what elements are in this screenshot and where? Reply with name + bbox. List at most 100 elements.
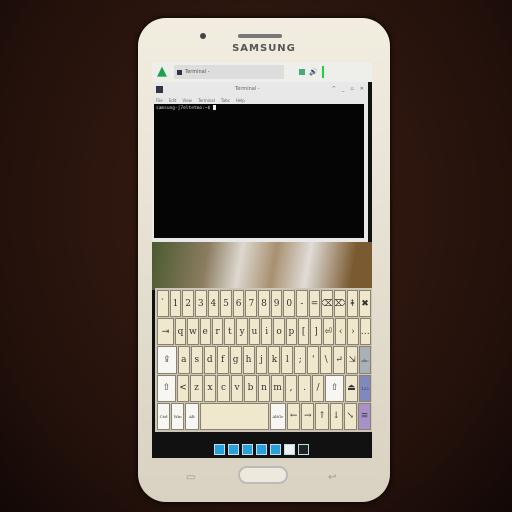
key[interactable]: ] <box>310 318 322 346</box>
key[interactable]: 0 <box>283 290 296 318</box>
key[interactable]: o <box>273 318 285 346</box>
key[interactable]: ⇲ <box>346 346 359 374</box>
key[interactable]: → <box>301 402 315 431</box>
key[interactable]: < <box>176 374 190 402</box>
key[interactable]: w <box>187 318 199 346</box>
key[interactable]: ≡ <box>357 402 372 431</box>
key[interactable]: ⌦ <box>333 290 346 318</box>
network-icon[interactable] <box>299 69 306 75</box>
key[interactable]: … <box>359 318 371 346</box>
app-icon[interactable] <box>256 444 267 455</box>
key[interactable]: y <box>236 318 248 346</box>
key[interactable]: s <box>190 346 203 374</box>
key[interactable]: x <box>203 374 217 402</box>
key[interactable]: k <box>268 346 281 374</box>
key[interactable]: AltGr <box>269 402 287 431</box>
app-icon[interactable] <box>298 444 309 455</box>
key[interactable]: 9 <box>270 290 283 318</box>
key[interactable]: \ <box>320 346 333 374</box>
key[interactable]: i <box>261 318 273 346</box>
minimize-icon[interactable]: _ <box>342 86 345 92</box>
key[interactable]: 7 <box>245 290 258 318</box>
key[interactable]: ⇪ <box>157 346 177 374</box>
key[interactable]: m <box>271 374 284 402</box>
key[interactable]: b <box>244 374 257 402</box>
key[interactable]: d <box>203 346 216 374</box>
key[interactable]: 5 <box>220 290 232 318</box>
key[interactable] <box>199 402 269 431</box>
back-icon[interactable]: ↩ <box>328 472 336 483</box>
home-button[interactable] <box>238 466 288 484</box>
menu-terminal[interactable]: Terminal <box>198 98 215 103</box>
key[interactable]: / <box>311 374 325 402</box>
app-icon[interactable] <box>242 444 253 455</box>
key[interactable]: r <box>211 318 224 346</box>
key[interactable]: j <box>255 346 268 374</box>
key[interactable]: a <box>177 346 190 374</box>
key[interactable]: ← <box>287 402 301 431</box>
key[interactable]: l <box>281 346 294 374</box>
key[interactable]: 2 <box>182 290 194 318</box>
key[interactable]: 123 <box>358 374 372 402</box>
key[interactable]: ↵ <box>333 346 346 374</box>
restore-icon[interactable]: ▫ <box>350 86 353 92</box>
key[interactable]: t <box>224 318 236 346</box>
app-icon[interactable] <box>214 444 225 455</box>
key[interactable]: . <box>298 374 311 402</box>
app-icon[interactable] <box>270 444 281 455</box>
app-icon[interactable] <box>284 444 295 455</box>
key[interactable]: ⇧ <box>157 374 176 402</box>
menu-file[interactable]: File <box>156 98 163 103</box>
key[interactable]: ⇧ <box>325 374 345 402</box>
lxqt-logo-icon[interactable]: ▲ <box>154 64 170 80</box>
key[interactable]: h <box>242 346 255 374</box>
key[interactable]: 3 <box>194 290 207 318</box>
taskbar-item-terminal[interactable]: Terminal - <box>174 65 284 79</box>
key[interactable]: e <box>199 318 211 346</box>
key[interactable]: [ <box>298 318 310 346</box>
key[interactable]: ✖ <box>359 290 371 318</box>
key[interactable]: ↘ <box>343 402 357 431</box>
key[interactable]: ⌫ <box>321 290 333 318</box>
key[interactable]: g <box>229 346 242 374</box>
key[interactable]: ↓ <box>329 402 343 431</box>
key[interactable]: ‹ <box>334 318 347 346</box>
key[interactable]: = <box>308 290 321 318</box>
recent-apps-icon[interactable]: ▭ <box>186 472 195 483</box>
app-icon[interactable] <box>228 444 239 455</box>
key[interactable]: q <box>174 318 187 346</box>
key[interactable]: , <box>284 374 298 402</box>
key[interactable]: ↑ <box>315 402 329 431</box>
key[interactable]: f <box>216 346 229 374</box>
key[interactable]: ` <box>157 290 169 318</box>
key[interactable]: 4 <box>207 290 220 318</box>
key[interactable]: p <box>285 318 298 346</box>
volume-icon[interactable]: 🔊 <box>309 68 318 76</box>
key[interactable]: Ctrl <box>157 402 171 431</box>
key[interactable]: v <box>230 374 244 402</box>
key[interactable]: 8 <box>258 290 270 318</box>
key[interactable]: 1 <box>169 290 182 318</box>
key[interactable]: abc <box>359 346 371 374</box>
terminal-output[interactable]: samsung-j7eltetmo:~$ <box>154 104 364 238</box>
key[interactable]: n <box>257 374 271 402</box>
key[interactable]: ⇥ <box>157 318 174 346</box>
key[interactable]: 6 <box>232 290 245 318</box>
close-icon[interactable]: ✕ <box>360 86 364 92</box>
key[interactable]: u <box>248 318 261 346</box>
key[interactable]: c <box>217 374 230 402</box>
menu-view[interactable]: View <box>182 98 192 103</box>
key[interactable]: ⇞ <box>346 290 359 318</box>
key[interactable]: ; <box>294 346 307 374</box>
menu-help[interactable]: Help <box>236 98 245 103</box>
menu-edit[interactable]: Edit <box>169 98 177 103</box>
key[interactable]: ⏏ <box>345 374 358 402</box>
key[interactable]: z <box>190 374 203 402</box>
maximize-icon[interactable]: ^ <box>332 86 336 92</box>
key[interactable]: ' <box>307 346 320 374</box>
window-titlebar[interactable]: Terminal - ^ _ ▫ ✕ <box>152 82 368 96</box>
key[interactable]: Win <box>171 402 185 431</box>
key[interactable]: - <box>296 290 308 318</box>
key[interactable]: Alt <box>185 402 199 431</box>
key[interactable]: ⏎ <box>322 318 334 346</box>
